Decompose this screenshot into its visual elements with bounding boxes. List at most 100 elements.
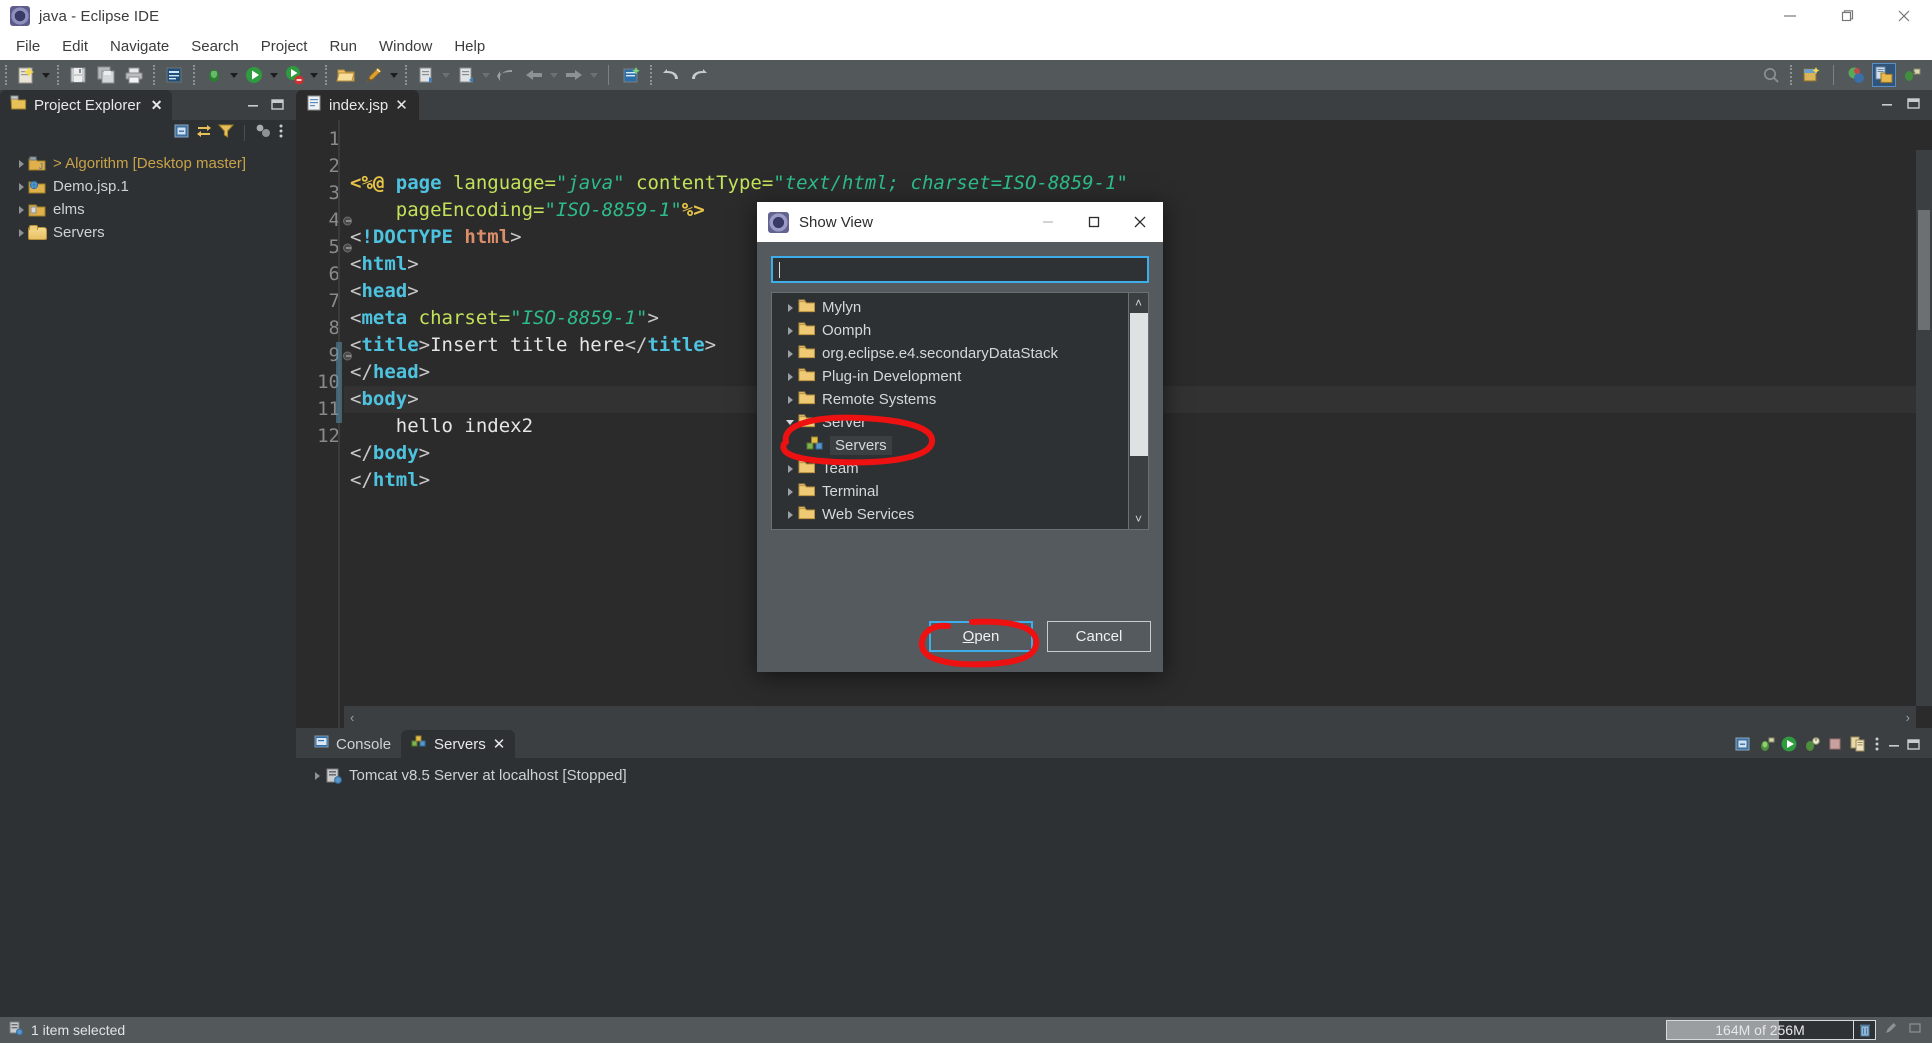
back-icon[interactable] xyxy=(494,63,518,87)
back-arrow-icon[interactable] xyxy=(522,63,546,87)
chevron-right-icon[interactable] xyxy=(782,326,798,335)
menu-navigate[interactable]: Navigate xyxy=(100,35,179,58)
tab-servers[interactable]: Servers ✕ xyxy=(401,730,516,758)
view-tree-item-remote-systems[interactable]: Remote Systems xyxy=(772,388,1148,411)
new-jsp-file-icon[interactable] xyxy=(162,63,186,87)
chevron-right-icon[interactable] xyxy=(782,303,798,312)
view-tree-item-oomph[interactable]: Oomph xyxy=(772,319,1148,342)
chevron-right-icon[interactable] xyxy=(310,771,324,780)
scroll-left-icon[interactable]: ‹ xyxy=(350,710,354,725)
tree-item-servers[interactable]: Servers xyxy=(0,221,296,244)
menu-edit[interactable]: Edit xyxy=(52,35,98,58)
trash-icon[interactable] xyxy=(1853,1021,1875,1039)
heap-status[interactable]: 164M of 256M xyxy=(1666,1020,1876,1040)
forward-dropdown-icon[interactable] xyxy=(588,63,600,87)
dialog-minimize-button[interactable] xyxy=(1025,202,1071,242)
window-close-button[interactable] xyxy=(1875,0,1932,32)
chevron-right-icon[interactable] xyxy=(782,395,798,404)
collapse-all-icon[interactable] xyxy=(1734,735,1752,758)
dialog-maximize-button[interactable] xyxy=(1071,202,1117,242)
undo-icon[interactable] xyxy=(659,63,683,87)
next-annotation-icon[interactable] xyxy=(414,63,438,87)
chevron-right-icon[interactable] xyxy=(782,464,798,473)
debug-perspective-icon[interactable] xyxy=(1900,63,1924,87)
focus-on-active-task-icon[interactable] xyxy=(254,122,272,145)
debug-icon[interactable] xyxy=(202,63,226,87)
view-tree-item-team[interactable]: Team xyxy=(772,457,1148,480)
scrollbar-track[interactable] xyxy=(1129,313,1148,509)
minimize-icon[interactable] xyxy=(1880,96,1894,115)
publish-icon[interactable] xyxy=(1849,735,1867,758)
start-server-icon[interactable] xyxy=(1780,735,1798,758)
tab-project-explorer[interactable]: Project Explorer ✕ xyxy=(0,90,173,120)
run-external-dropdown-icon[interactable] xyxy=(308,63,320,87)
menu-search[interactable]: Search xyxy=(181,35,249,58)
chevron-right-icon[interactable] xyxy=(14,182,28,191)
chevron-right-icon[interactable] xyxy=(782,510,798,519)
minimize-icon[interactable] xyxy=(1887,737,1901,756)
run-external-tools-icon[interactable] xyxy=(282,63,306,87)
scrollbar-thumb[interactable] xyxy=(1918,210,1930,330)
view-menu-icon[interactable] xyxy=(276,122,286,145)
close-icon[interactable]: ✕ xyxy=(395,96,408,114)
menu-help[interactable]: Help xyxy=(444,35,495,58)
menu-run[interactable]: Run xyxy=(319,35,367,58)
search-icon[interactable] xyxy=(362,63,386,87)
java-ee-perspective-icon[interactable] xyxy=(1872,63,1896,87)
run-icon[interactable] xyxy=(242,63,266,87)
scrollbar-thumb[interactable] xyxy=(1130,313,1148,456)
view-tree-item-terminal[interactable]: Terminal xyxy=(772,480,1148,503)
chevron-right-icon[interactable] xyxy=(14,159,28,168)
scroll-right-icon[interactable]: › xyxy=(1906,710,1910,725)
chevron-down-icon[interactable] xyxy=(782,420,798,425)
tree-item-algorithm[interactable]: J > Algorithm [Desktop master] xyxy=(0,152,296,175)
menu-project[interactable]: Project xyxy=(251,35,318,58)
view-tree-item-servers[interactable]: Servers xyxy=(772,434,1148,457)
minimize-icon[interactable] xyxy=(246,97,260,116)
debug-server-icon[interactable] xyxy=(1757,735,1775,758)
new-wizard-icon[interactable] xyxy=(14,63,38,87)
previous-annotation-dropdown-icon[interactable] xyxy=(480,63,492,87)
window-minimize-button[interactable] xyxy=(1761,0,1818,32)
dialog-close-button[interactable] xyxy=(1117,202,1163,242)
menu-file[interactable]: File xyxy=(6,35,50,58)
chevron-right-icon[interactable] xyxy=(14,228,28,237)
tab-index-jsp[interactable]: index.jsp ✕ xyxy=(296,90,419,120)
menu-window[interactable]: Window xyxy=(369,35,442,58)
editor-horizontal-scrollbar[interactable]: ‹ › xyxy=(344,706,1916,728)
cancel-button[interactable]: Cancel xyxy=(1047,620,1151,652)
maximize-icon[interactable] xyxy=(1906,96,1920,115)
tab-console[interactable]: Console xyxy=(304,730,401,758)
run-dropdown-icon[interactable] xyxy=(268,63,280,87)
collapse-all-icon[interactable] xyxy=(173,122,191,145)
window-maximize-button[interactable] xyxy=(1818,0,1875,32)
chevron-right-icon[interactable] xyxy=(782,487,798,496)
editor-vertical-scrollbar[interactable] xyxy=(1916,150,1932,706)
server-row-tomcat[interactable]: Tomcat v8.5 Server at localhost [Stopped… xyxy=(296,764,1932,787)
view-tree-item-mylyn[interactable]: Mylyn xyxy=(772,296,1148,319)
view-tree-item-web-services[interactable]: Web Services xyxy=(772,503,1148,526)
code-line[interactable]: <%@ page language="java" contentType="te… xyxy=(344,170,1932,197)
open-type-icon[interactable] xyxy=(334,63,358,87)
maximize-icon[interactable] xyxy=(270,97,284,116)
chevron-right-icon[interactable] xyxy=(782,349,798,358)
back-dropdown-icon[interactable] xyxy=(548,63,560,87)
view-tree[interactable]: Mylyn Oomph org.eclipse.e4.secondaryDataSt… xyxy=(771,292,1149,530)
chevron-right-icon[interactable] xyxy=(782,372,798,381)
previous-annotation-icon[interactable] xyxy=(454,63,478,87)
new-java-project-icon[interactable] xyxy=(619,63,643,87)
next-annotation-dropdown-icon[interactable] xyxy=(440,63,452,87)
view-menu-filter-icon[interactable] xyxy=(217,122,235,145)
view-menu-icon[interactable] xyxy=(1872,735,1882,758)
view-tree-scrollbar[interactable]: ˄ ˅ xyxy=(1128,293,1148,529)
view-tree-item-org-eclipse-e4-secondarydatastack[interactable]: org.eclipse.e4.secondaryDataStack xyxy=(772,342,1148,365)
close-icon[interactable]: ✕ xyxy=(151,97,163,114)
editor-gutter[interactable]: 1 2 3 4 5 6 7 8 9 10 11 12 xyxy=(296,120,352,728)
forward-arrow-icon[interactable] xyxy=(562,63,586,87)
search-dropdown-icon[interactable] xyxy=(388,63,400,87)
close-icon[interactable]: ✕ xyxy=(493,735,506,753)
new-wizard-dropdown-icon[interactable] xyxy=(40,63,52,87)
print-icon[interactable] xyxy=(122,63,146,87)
open-button[interactable]: Open xyxy=(929,620,1033,652)
open-perspective-icon[interactable] xyxy=(1799,63,1823,87)
